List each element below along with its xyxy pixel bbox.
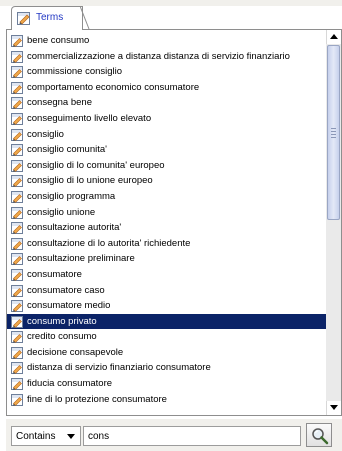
term-icon xyxy=(10,346,24,360)
list-item-label: comportamento economico consumatore xyxy=(27,81,200,93)
list-item[interactable]: commercializzazione a distanza distanza … xyxy=(7,49,327,65)
list-item[interactable]: consultazione preliminare xyxy=(7,251,327,267)
list-item[interactable]: conseguimento livello elevato xyxy=(7,111,327,127)
term-icon xyxy=(10,190,24,204)
term-icon xyxy=(16,10,32,26)
filter-bar: Contains xyxy=(6,419,342,451)
arrow-up-icon xyxy=(330,34,338,39)
term-icon xyxy=(10,284,24,298)
list-item-label: consiglio unione xyxy=(27,206,96,218)
list-item[interactable]: consiglio programma xyxy=(7,189,327,205)
list-item[interactable]: consumo privato xyxy=(7,313,327,330)
term-icon xyxy=(10,221,24,235)
term-icon xyxy=(10,330,24,344)
list-item-label: consiglio di lo unione europeo xyxy=(27,175,153,187)
list-item[interactable]: commissione consiglio xyxy=(7,64,327,80)
list-item-label: consiglio programma xyxy=(27,190,116,202)
scroll-down-button[interactable] xyxy=(326,401,341,415)
list-item-label: commercializzazione a distanza distanza … xyxy=(27,50,290,62)
term-icon xyxy=(10,50,24,64)
list-item[interactable]: consultazione di lo autorita' richiedent… xyxy=(7,236,327,252)
tab-edge xyxy=(80,6,90,30)
list-item-label: consumatore medio xyxy=(27,300,111,312)
list-item[interactable]: consiglio di lo unione europeo xyxy=(7,173,327,189)
list-item-label: consiglio comunita' xyxy=(27,144,107,156)
list-item[interactable]: consumatore caso xyxy=(7,283,327,299)
term-icon xyxy=(10,65,24,79)
list-item-label: consegna bene xyxy=(27,97,92,109)
list-item-label: fiducia consumatore xyxy=(27,378,113,390)
list-item-label: consumo privato xyxy=(27,315,97,327)
terms-list-panel: bene consumo commercializzazione a distan… xyxy=(6,29,342,416)
list-item[interactable]: fine di lo protezione consumatore xyxy=(7,392,327,408)
term-icon xyxy=(10,34,24,48)
scroll-up-button[interactable] xyxy=(326,30,341,44)
vertical-scrollbar[interactable] xyxy=(326,30,341,415)
grip-icon xyxy=(331,128,336,138)
term-icon xyxy=(10,299,24,313)
term-icon xyxy=(10,81,24,95)
term-icon xyxy=(10,393,24,407)
list-item-label: consumatore caso xyxy=(27,284,105,296)
list-item-label: commissione consiglio xyxy=(27,66,123,78)
term-icon xyxy=(10,128,24,142)
terms-list[interactable]: bene consumo commercializzazione a distan… xyxy=(7,33,327,407)
term-icon xyxy=(10,361,24,375)
list-item[interactable]: bene consumo xyxy=(7,33,327,49)
list-item-label: bene consumo xyxy=(27,35,90,46)
term-icon xyxy=(10,377,24,391)
term-icon xyxy=(10,268,24,282)
list-item-label: distanza di servizio finanziario consuma… xyxy=(27,362,211,374)
search-button[interactable] xyxy=(306,423,332,447)
term-icon xyxy=(10,159,24,173)
list-item-label: consultazione autorita' xyxy=(27,222,122,234)
term-icon xyxy=(10,315,24,329)
list-item-label: consumatore xyxy=(27,268,82,280)
term-icon xyxy=(10,143,24,157)
chevron-down-icon xyxy=(67,434,75,439)
match-mode-value: Contains xyxy=(16,431,56,442)
list-item-label: consultazione di lo autorita' richiedent… xyxy=(27,237,191,249)
arrow-down-icon xyxy=(330,405,338,410)
term-icon xyxy=(10,112,24,126)
list-item[interactable]: consiglio di lo comunita' europeo xyxy=(7,158,327,174)
list-item[interactable]: credito consumo xyxy=(7,329,327,345)
magnifier-icon xyxy=(312,428,329,445)
list-item-label: decisione consapevole xyxy=(27,346,124,358)
tab-label: Terms xyxy=(36,12,64,23)
list-item[interactable]: consumatore xyxy=(7,267,327,283)
term-icon xyxy=(10,206,24,220)
term-icon xyxy=(10,174,24,188)
list-item[interactable]: fiducia consumatore xyxy=(7,376,327,392)
list-item[interactable]: consumatore medio xyxy=(7,298,327,314)
list-item[interactable]: consiglio comunita' xyxy=(7,142,327,158)
term-icon xyxy=(10,237,24,251)
list-item[interactable]: consiglio unione xyxy=(7,205,327,221)
list-item-label: conseguimento livello elevato xyxy=(27,112,152,124)
tab-terms[interactable]: Terms xyxy=(11,6,83,30)
term-icon xyxy=(10,252,24,266)
list-item-label: consultazione preliminare xyxy=(27,253,135,265)
list-item[interactable]: consultazione autorita' xyxy=(7,220,327,236)
list-item[interactable]: decisione consapevole xyxy=(7,345,327,361)
list-item-label: fine di lo protezione consumatore xyxy=(27,393,167,405)
search-input[interactable] xyxy=(83,426,301,446)
list-item[interactable]: comportamento economico consumatore xyxy=(7,80,327,96)
match-mode-select[interactable]: Contains xyxy=(11,426,81,446)
term-icon xyxy=(10,96,24,110)
list-item[interactable]: distanza di servizio finanziario consuma… xyxy=(7,360,327,376)
list-item[interactable]: consiglio xyxy=(7,127,327,143)
terms-window: Terms bene consumo commercializzazione a … xyxy=(0,0,342,451)
list-item-label: credito consumo xyxy=(27,331,97,343)
list-item-label: consiglio xyxy=(27,128,64,140)
scroll-thumb[interactable] xyxy=(327,45,340,220)
list-item-label: consiglio di lo comunita' europeo xyxy=(27,159,165,171)
list-item[interactable]: consegna bene xyxy=(7,95,327,111)
